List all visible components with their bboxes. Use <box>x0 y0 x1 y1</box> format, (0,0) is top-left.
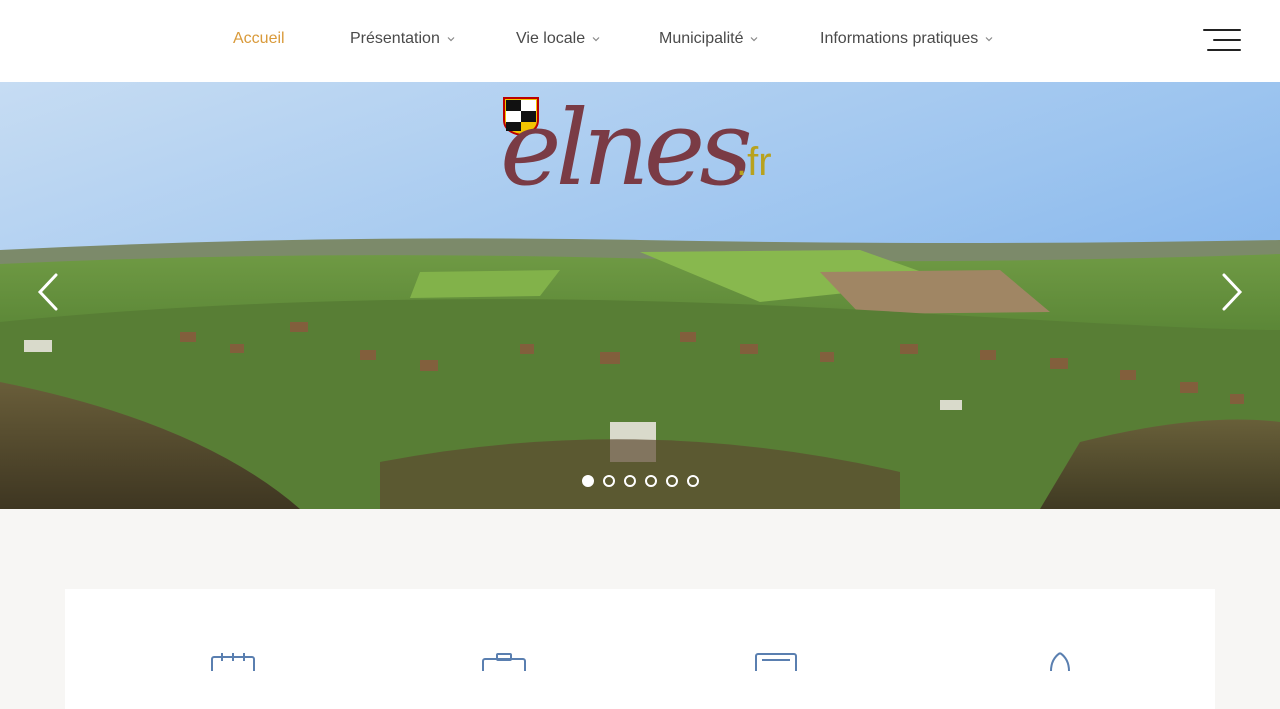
logo-wordmark: elnes <box>500 87 753 209</box>
slider-pagination <box>582 475 699 487</box>
chevron-down-icon <box>447 37 455 42</box>
slide-dot[interactable] <box>687 475 699 487</box>
nav-item-vie-locale[interactable]: Vie locale <box>516 30 601 48</box>
nav-item-municipalite[interactable]: Municipalité <box>659 30 759 48</box>
slide-dot[interactable] <box>624 475 636 487</box>
chevron-down-icon <box>751 37 758 42</box>
slide-dot[interactable] <box>666 475 678 487</box>
site-logo[interactable]: elnes .fr <box>500 96 790 226</box>
calendar-icon[interactable] <box>210 651 256 671</box>
bell-icon[interactable] <box>1037 651 1083 671</box>
services-card <box>65 589 1215 709</box>
chevron-down-icon <box>592 37 600 42</box>
nav-label: Vie locale <box>516 30 586 47</box>
nav-label: Présentation <box>350 30 440 47</box>
site-header: Accueil Présentation Vie locale Municipa… <box>0 0 1280 82</box>
nav-item-accueil[interactable]: Accueil <box>233 30 285 48</box>
main-nav: Accueil Présentation Vie locale Municipa… <box>0 0 1280 82</box>
chevron-down-icon <box>985 37 993 42</box>
slide-dot[interactable] <box>603 475 615 487</box>
hamburger-icon[interactable] <box>1203 29 1241 53</box>
chevron-right-icon[interactable] <box>1216 272 1246 312</box>
nav-label: Accueil <box>233 30 285 47</box>
nav-item-presentation[interactable]: Présentation <box>350 30 456 48</box>
slide-dot[interactable] <box>582 475 594 487</box>
nav-label: Municipalité <box>659 30 744 47</box>
nav-item-informations-pratiques[interactable]: Informations pratiques <box>820 30 994 48</box>
nav-label: Informations pratiques <box>820 30 979 47</box>
briefcase-icon[interactable] <box>481 651 527 671</box>
hero-slider: elnes .fr <box>0 82 1280 509</box>
newspaper-icon[interactable] <box>752 651 798 671</box>
chevron-left-icon[interactable] <box>34 272 64 312</box>
slide-dot[interactable] <box>645 475 657 487</box>
logo-tld: .fr <box>736 140 772 184</box>
